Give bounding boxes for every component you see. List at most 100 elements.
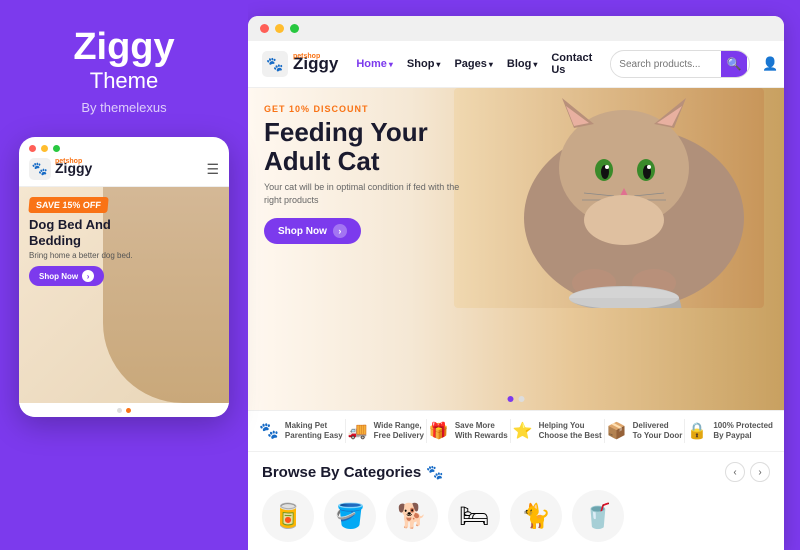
hero-title-line2: Adult Cat [264, 146, 380, 176]
site-logo-wrap: petshop Ziggy [293, 54, 338, 74]
mobile-dot-red [29, 145, 36, 152]
browser-window: 🐾 petshop Ziggy Home ▾ Shop ▾ Pages ▾ Bl… [248, 16, 784, 550]
categories-title: Browse By Categories 🐾 [262, 464, 444, 481]
brand-subtitle: Theme [90, 68, 158, 94]
nav-pages[interactable]: Pages ▾ [448, 55, 498, 73]
categories-section: Browse By Categories 🐾 ‹ › 🥫 🪣 🐕 [248, 451, 784, 550]
feature-lock-icon: 🔒 [687, 421, 707, 441]
search-button[interactable]: 🔍 [721, 51, 747, 77]
feature-best: ⭐ Helping YouChoose the Best [513, 421, 602, 442]
user-icon[interactable]: 👤 [762, 56, 778, 72]
search-input[interactable] [611, 55, 721, 74]
mobile-dot-yellow [41, 145, 48, 152]
browser-content: 🐾 petshop Ziggy Home ▾ Shop ▾ Pages ▾ Bl… [248, 41, 784, 550]
feature-free-delivery: 🚚 Wide Range,Free Delivery [348, 421, 424, 442]
category-item-5[interactable]: 🐈 [510, 490, 562, 542]
feature-divider-5 [684, 419, 685, 443]
feature-divider-1 [345, 419, 346, 443]
hero-shop-now-label: Shop Now [278, 226, 327, 237]
feature-delivery-text: Wide Range,Free Delivery [374, 421, 424, 442]
hero-dot-1[interactable] [508, 396, 514, 402]
hero-dot-2[interactable] [519, 396, 525, 402]
feature-rewards: 🎁 Save MoreWith Rewards [429, 421, 508, 442]
feature-paypal-text: 100% ProtectedBy Paypal [713, 421, 773, 442]
nav-shop[interactable]: Shop ▾ [401, 55, 447, 73]
categories-navigation: ‹ › [725, 462, 770, 482]
feature-rewards-text: Save MoreWith Rewards [455, 421, 508, 442]
category-item-6[interactable]: 🥤 [572, 490, 624, 542]
hero-section: GET 10% DISCOUNT Feeding Your Adult Cat … [248, 88, 784, 410]
category-circle-1: 🥫 [262, 490, 314, 542]
mobile-dot-1 [117, 408, 122, 413]
mobile-dots [19, 403, 229, 417]
brand-by: By themelexus [81, 100, 166, 115]
mobile-logo: 🐾 petshop Ziggy [29, 158, 92, 180]
category-item-1[interactable]: 🥫 [262, 490, 314, 542]
category-item-2[interactable]: 🪣 [324, 490, 376, 542]
mobile-shop-now-arrow-icon: › [82, 270, 94, 282]
feature-making-pet-text: Making PetParenting Easy [285, 421, 343, 442]
feature-star-icon: ⭐ [513, 421, 533, 441]
hero-carousel-dots [508, 396, 525, 402]
hero-arrow-icon: › [333, 224, 347, 238]
feature-divider-4 [604, 419, 605, 443]
nav-contact[interactable]: Contact Us [545, 49, 598, 79]
features-bar: 🐾 Making PetParenting Easy 🚚 Wide Range,… [248, 410, 784, 451]
feature-paypal: 🔒 100% ProtectedBy Paypal [687, 421, 773, 442]
browser-chrome [248, 16, 784, 41]
mobile-banner-desc: Bring home a better dog bed. [29, 251, 219, 260]
category-circle-6: 🥤 [572, 490, 624, 542]
feature-divider-2 [426, 419, 427, 443]
site-logo-petshop: petshop [293, 53, 320, 60]
mobile-logo-wrap: petshop Ziggy [55, 160, 92, 178]
brand-title: Ziggy [73, 28, 174, 66]
nav-home[interactable]: Home ▾ [350, 55, 399, 73]
feature-making-pet: 🐾 Making PetParenting Easy [259, 421, 343, 442]
nav-blog-chevron: ▾ [533, 60, 537, 69]
feature-delivered: 📦 DeliveredTo Your Door [607, 421, 683, 442]
hero-description: Your cat will be in optimal condition if… [264, 181, 464, 206]
browser-dot-red [260, 24, 269, 33]
category-circle-4: 🛏 [448, 490, 500, 542]
categories-title-text: Browse By Categories [262, 464, 421, 481]
site-logo-icon: 🐾 [262, 51, 288, 77]
categories-next-button[interactable]: › [750, 462, 770, 482]
nav-home-chevron: ▾ [389, 60, 393, 69]
mobile-logo-petshop: petshop [55, 158, 82, 165]
left-panel: Ziggy Theme By themelexus 🐾 petshop Zigg… [0, 0, 248, 550]
mobile-shop-now-label: Shop Now [39, 272, 78, 281]
category-circle-2: 🪣 [324, 490, 376, 542]
nav-pages-chevron: ▾ [489, 60, 493, 69]
feature-divider-3 [510, 419, 511, 443]
hero-title: Feeding Your Adult Cat [264, 118, 512, 175]
browser-dot-green [290, 24, 299, 33]
mobile-banner: SAVE 15% OFF Dog Bed And Bedding Bring h… [19, 187, 229, 403]
hamburger-icon[interactable]: ☰ [206, 161, 219, 178]
save-badge: SAVE 15% OFF [28, 197, 108, 213]
mobile-nav: 🐾 petshop Ziggy ☰ [19, 156, 229, 187]
nav-blog[interactable]: Blog ▾ [501, 55, 543, 73]
feature-paw-icon: 🐾 [259, 421, 279, 441]
nav-search: 🔍 [610, 50, 750, 78]
feature-box-icon: 📦 [607, 421, 627, 441]
hero-discount-label: GET 10% DISCOUNT [264, 104, 512, 114]
category-item-4[interactable]: 🛏 [448, 490, 500, 542]
mobile-shop-now-button[interactable]: Shop Now › [29, 266, 104, 286]
category-item-3[interactable]: 🐕 [386, 490, 438, 542]
nav-links: Home ▾ Shop ▾ Pages ▾ Blog ▾ Contact Us [350, 49, 598, 79]
mobile-dot-green [53, 145, 60, 152]
hero-shop-now-button[interactable]: Shop Now › [264, 218, 361, 244]
mobile-dot-2 [126, 408, 131, 413]
feature-gift-icon: 🎁 [429, 421, 449, 441]
feature-delivered-text: DeliveredTo Your Door [633, 421, 683, 442]
nav-icons: 👤 ♡ 🛒 $0.00 [762, 55, 784, 73]
categories-prev-button[interactable]: ‹ [725, 462, 745, 482]
mobile-mockup: 🐾 petshop Ziggy ☰ SAVE 15% OFF Dog Bed A… [19, 137, 229, 417]
hero-content: GET 10% DISCOUNT Feeding Your Adult Cat … [248, 88, 528, 256]
category-circle-3: 🐕 [386, 490, 438, 542]
feature-best-text: Helping YouChoose the Best [539, 421, 602, 442]
site-logo: 🐾 petshop Ziggy [262, 51, 338, 77]
site-nav: 🐾 petshop Ziggy Home ▾ Shop ▾ Pages ▾ Bl… [248, 41, 784, 88]
mobile-top-bar [19, 137, 229, 156]
browser-dot-yellow [275, 24, 284, 33]
